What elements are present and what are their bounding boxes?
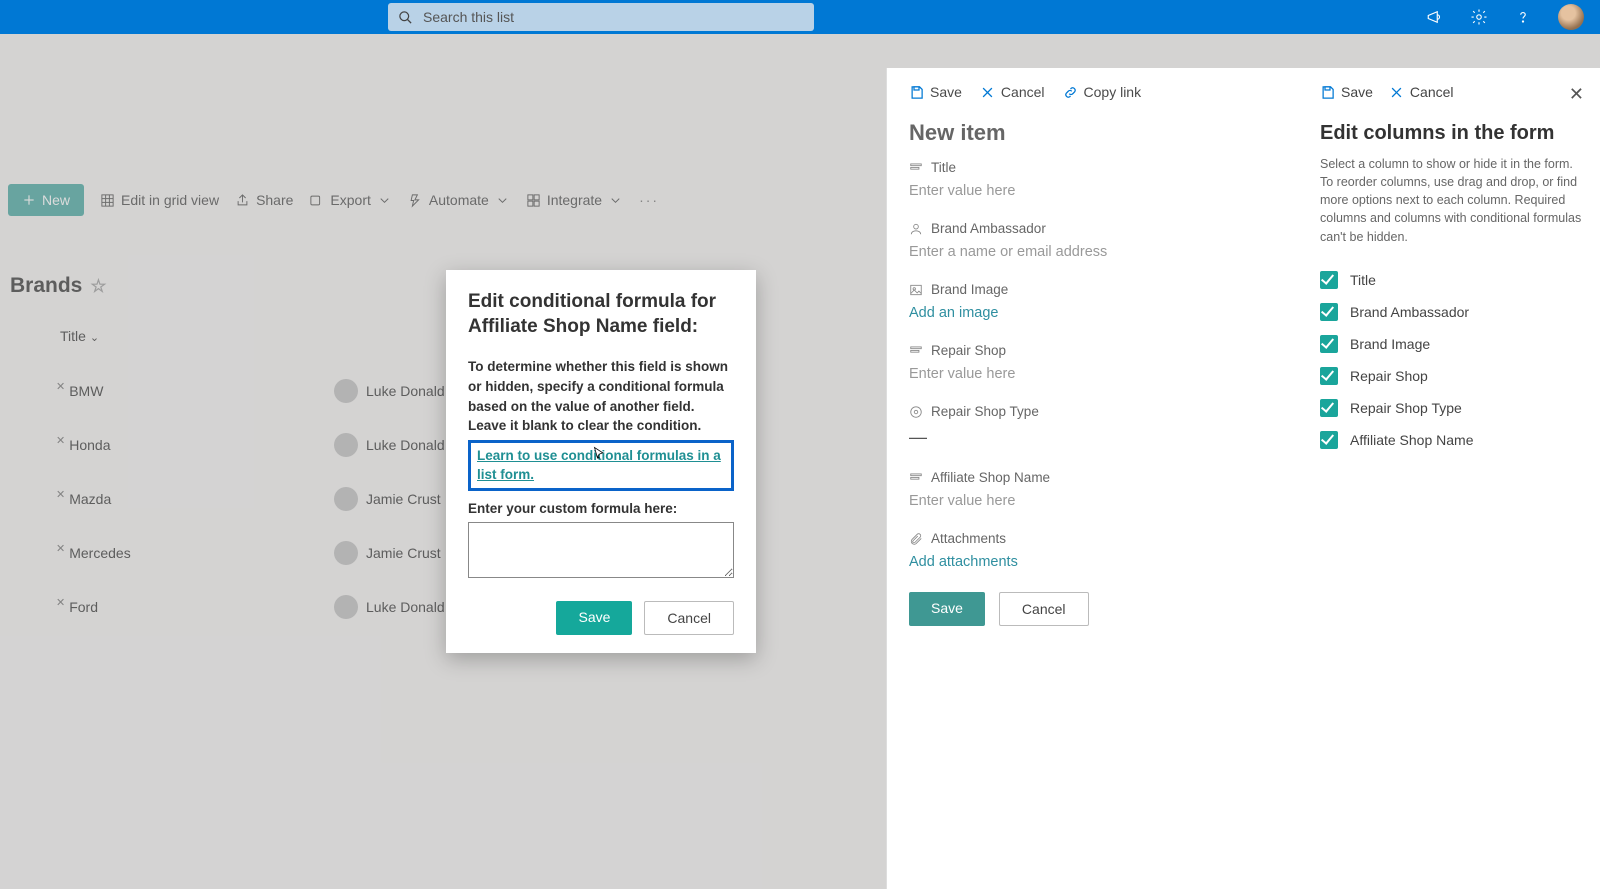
formula-label: Enter your custom formula here: (468, 501, 734, 516)
edit-columns-panel: Save Cancel ✕ Edit columns in the form S… (1302, 68, 1600, 889)
editcols-desc: Select a column to show or hide it in th… (1320, 155, 1582, 246)
affiliate-input[interactable]: Enter value here (909, 493, 1280, 509)
megaphone-icon[interactable] (1426, 8, 1444, 26)
search-icon (398, 10, 413, 25)
editcols-cancel[interactable]: Cancel (1389, 84, 1454, 100)
image-icon (909, 283, 923, 297)
formula-textarea[interactable] (468, 522, 734, 578)
column-toggle[interactable]: Title (1320, 264, 1582, 296)
field-label-title: Title (909, 160, 1280, 175)
suite-header: Search this list (0, 0, 1600, 34)
attachment-icon (909, 532, 923, 546)
form-save-bottom[interactable]: Save (909, 592, 985, 626)
text-icon (909, 471, 923, 485)
search-placeholder: Search this list (423, 9, 514, 25)
field-label-ambassador: Brand Ambassador (909, 221, 1280, 236)
form-cancel-bottom[interactable]: Cancel (999, 592, 1089, 626)
new-item-panel: Save Cancel Copy link New item Title Ent… (886, 68, 1302, 889)
copy-link-button[interactable]: Copy link (1063, 84, 1142, 100)
learn-link[interactable]: Learn to use conditional formulas in a l… (477, 448, 721, 482)
dialog-description: To determine whether this field is shown… (468, 357, 734, 435)
gear-icon[interactable] (1470, 8, 1488, 26)
person-icon (909, 222, 923, 236)
conditional-formula-dialog: Edit conditional formula for Affiliate S… (446, 270, 756, 653)
editcols-save[interactable]: Save (1320, 84, 1373, 100)
text-icon (909, 344, 923, 358)
field-label-attachments: Attachments (909, 531, 1280, 546)
dialog-title: Edit conditional formula for Affiliate S… (468, 290, 734, 339)
column-toggle[interactable]: Affiliate Shop Name (1320, 424, 1582, 456)
title-input[interactable]: Enter value here (909, 183, 1280, 199)
dialog-save-button[interactable]: Save (556, 601, 632, 635)
form-cancel-button[interactable]: Cancel (980, 84, 1045, 100)
close-icon[interactable]: ✕ (1569, 84, 1584, 105)
dialog-cancel-button[interactable]: Cancel (644, 601, 734, 635)
choice-icon (909, 405, 923, 419)
form-save-button[interactable]: Save (909, 84, 962, 100)
checkbox-icon[interactable] (1320, 431, 1338, 449)
column-toggle[interactable]: Repair Shop (1320, 360, 1582, 392)
add-image-link[interactable]: Add an image (909, 305, 1280, 321)
column-toggle[interactable]: Repair Shop Type (1320, 392, 1582, 424)
form-heading: New item (909, 120, 1280, 146)
repairtype-value[interactable]: — (909, 427, 1280, 448)
field-label-repairtype: Repair Shop Type (909, 404, 1280, 419)
learn-link-highlight: Learn to use conditional formulas in a l… (468, 440, 734, 492)
column-toggle[interactable]: Brand Ambassador (1320, 296, 1582, 328)
checkbox-icon[interactable] (1320, 399, 1338, 417)
ambassador-input[interactable]: Enter a name or email address (909, 244, 1280, 260)
field-label-brandimage: Brand Image (909, 282, 1280, 297)
editcols-heading: Edit columns in the form (1320, 122, 1582, 145)
add-attachments-link[interactable]: Add attachments (909, 554, 1280, 570)
column-toggle[interactable]: Brand Image (1320, 328, 1582, 360)
help-icon[interactable] (1514, 8, 1532, 26)
checkbox-icon[interactable] (1320, 303, 1338, 321)
checkbox-icon[interactable] (1320, 367, 1338, 385)
text-icon (909, 161, 923, 175)
repairshop-input[interactable]: Enter value here (909, 366, 1280, 382)
field-label-repairshop: Repair Shop (909, 343, 1280, 358)
field-label-affiliate: Affiliate Shop Name (909, 470, 1280, 485)
search-box[interactable]: Search this list (388, 3, 814, 31)
checkbox-icon[interactable] (1320, 335, 1338, 353)
avatar[interactable] (1558, 4, 1584, 30)
checkbox-icon[interactable] (1320, 271, 1338, 289)
